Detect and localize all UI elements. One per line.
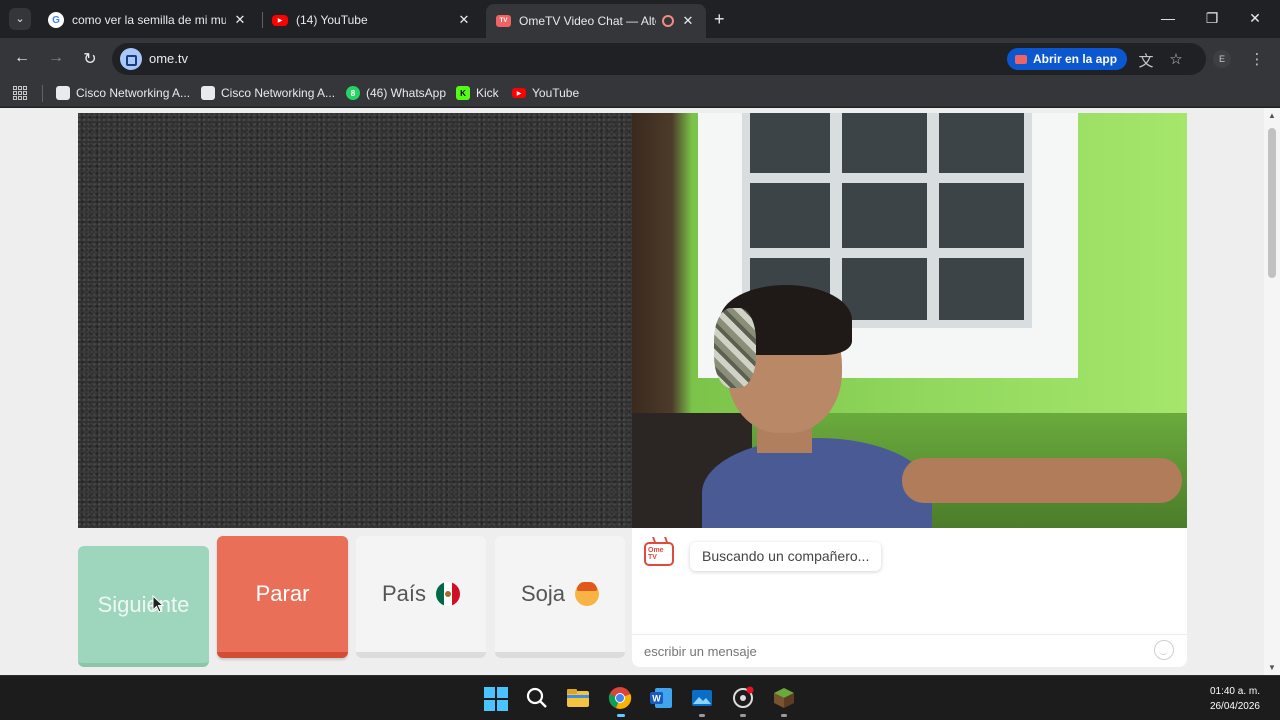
document-icon [201,86,215,100]
site-info-icon[interactable] [120,48,142,70]
tab-title: como ver la semilla de mi mundo [72,13,226,27]
recording-app-icon[interactable] [731,686,755,710]
tab-search-icon[interactable]: ⌄ [9,8,31,30]
scroll-up-icon[interactable]: ▲ [1268,111,1276,120]
bookmark-cisco-1[interactable]: Cisco Networking A... [56,86,190,100]
gender-button[interactable]: Soja [495,536,625,658]
page-content: Siguiente Parar País Soja Ome TV Buscand… [0,108,1264,675]
country-button-label: País [381,581,427,606]
bookmark-label: YouTube [532,86,580,100]
self-video [632,113,1187,528]
restore-icon[interactable]: ❐ [1202,10,1222,27]
windows-taskbar: W 01:40 a. m. 26/04/2026 [0,675,1280,720]
bookmarks-bar: Cisco Networking A... Cisco Networking A… [0,80,1280,107]
tab-youtube[interactable]: ▶ (14) YouTube ✕ [262,6,482,34]
profile-avatar[interactable]: E [1213,50,1231,68]
close-tab-icon[interactable]: ✕ [456,12,472,28]
tab-title: OmeTV Video Chat — Alternative [519,14,656,28]
file-explorer-icon[interactable] [566,686,590,710]
close-tab-icon[interactable]: ✕ [680,13,696,29]
translate-icon[interactable]: 文 [1136,50,1156,71]
bookmark-cisco-2[interactable]: Cisco Networking A... [201,86,335,100]
back-icon[interactable]: ← [12,49,32,67]
url-text: ome.tv [149,51,189,66]
bookmark-kick[interactable]: K Kick [456,86,499,100]
forward-icon[interactable]: → [46,49,66,67]
chat-panel: Ome TV Buscando un compañero... [632,528,1187,667]
bookmark-label: Kick [476,86,499,100]
tab-ometv[interactable]: TV OmeTV Video Chat — Alternative ✕ [486,4,706,38]
app-indicator [781,714,787,717]
headset [714,308,756,388]
clock-date: 26/04/2026 [1209,701,1260,712]
youtube-icon: ▶ [512,88,526,98]
browser-toolbar: ← → ↻ ome.tv Abrir en la app 文 ☆ ⋮ [0,38,1280,80]
search-icon[interactable] [525,686,549,710]
windows-start-icon[interactable] [484,687,508,711]
scroll-down-icon[interactable]: ▼ [1268,663,1276,672]
minimize-icon[interactable]: — [1158,10,1178,26]
emoji-icon[interactable] [1154,640,1174,660]
stop-button[interactable]: Parar [217,536,348,658]
bookmark-star-icon[interactable]: ☆ [1166,50,1186,68]
menu-icon[interactable]: ⋮ [1247,50,1267,68]
next-button[interactable]: Siguiente [78,546,209,667]
clock-time: 01:40 a. m. [1209,686,1260,697]
bookmark-label: (46) WhatsApp [366,86,447,100]
bookmark-label: Cisco Networking A... [221,86,336,100]
mouse-cursor-icon [152,595,165,613]
ometv-logo: Ome TV [644,542,674,566]
tab-google[interactable]: G como ver la semilla de mi mundo ✕ [38,6,258,34]
next-button-label: Siguiente [97,591,190,617]
message-input[interactable] [644,642,1144,660]
minecraft-icon[interactable] [772,686,796,710]
app-indicator [699,714,705,717]
apps-grid-icon[interactable] [13,86,27,100]
stop-button-label: Parar [255,581,310,606]
app-icon [1015,54,1027,64]
system-clock[interactable]: 01:40 a. m. 26/04/2026 [1210,684,1260,714]
mexico-flag-icon [436,582,461,606]
ometv-icon: TV [496,15,511,27]
youtube-icon: ▶ [272,14,288,26]
kick-icon: K [456,86,470,100]
boy-emoji-icon [575,582,600,606]
reload-icon[interactable]: ↻ [80,49,100,69]
whatsapp-icon: 8 [346,86,360,100]
person-arm [902,458,1182,503]
active-app-indicator [617,714,625,717]
photos-icon[interactable] [690,686,714,710]
bookmark-youtube[interactable]: ▶ YouTube [512,86,579,100]
gender-button-label: Soja [520,581,566,606]
status-message: Buscando un compañero... [690,542,882,571]
bookmark-label: Cisco Networking A... [76,86,191,100]
close-window-icon[interactable]: ✕ [1245,10,1265,27]
country-button[interactable]: País [356,536,486,658]
app-indicator [740,714,746,717]
bookmark-whatsapp[interactable]: 8 (46) WhatsApp [346,86,446,100]
document-icon [56,86,70,100]
tab-strip: ⌄ G como ver la semilla de mi mundo ✕ ▶ … [0,0,1280,38]
recording-icon [662,15,674,27]
close-tab-icon[interactable]: ✕ [232,12,248,28]
new-tab-icon[interactable]: + [714,9,725,30]
word-icon[interactable]: W [649,686,673,710]
page-scrollbar[interactable]: ▲ ▼ [1264,108,1280,675]
open-in-app-button[interactable]: Abrir en la app [1007,48,1128,70]
open-in-app-label: Abrir en la app [1033,52,1118,66]
bookmark-separator [42,85,43,102]
ometv-logo-text: Ome TV [648,547,664,561]
stranger-video [78,113,632,528]
chat-divider [632,634,1187,635]
tab-title: (14) YouTube [296,13,368,27]
google-icon: G [48,12,64,28]
chrome-icon[interactable] [608,686,632,710]
svg-text:W: W [652,694,661,704]
scrollbar-thumb[interactable] [1268,128,1276,278]
